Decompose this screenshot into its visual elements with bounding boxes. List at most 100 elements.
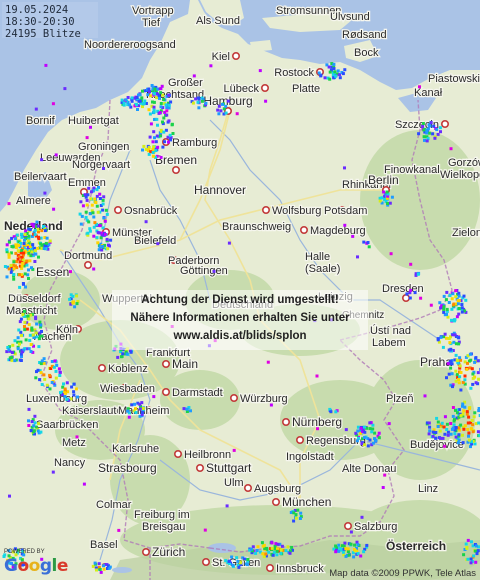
place-label: Norgervaart [72, 159, 130, 171]
lightning-strike [449, 147, 453, 151]
lightning-strike [204, 101, 208, 105]
lightning-strike [290, 545, 294, 549]
place-label: Dresden [382, 283, 424, 295]
city-marker[interactable] [142, 547, 151, 556]
city-marker[interactable] [196, 463, 205, 472]
lightning-strike [452, 319, 456, 323]
lightning-strike [327, 65, 331, 69]
lightning-strike [409, 262, 413, 266]
lightning-strike [462, 427, 466, 431]
lightning-strike [356, 429, 360, 433]
lightning-strike [454, 435, 458, 439]
lightning-strike [474, 356, 478, 360]
lightning-strike [459, 358, 463, 362]
lightning-strike [74, 387, 78, 391]
lightning-strike [75, 294, 79, 298]
city-marker[interactable] [172, 166, 181, 175]
lightning-strike [58, 370, 62, 374]
lightning-strike [347, 553, 351, 557]
city-marker[interactable] [343, 521, 352, 530]
notice-line-3[interactable]: www.aldis.at/blids/splon [112, 330, 368, 342]
city-marker[interactable] [260, 84, 269, 93]
lightning-strike [129, 350, 133, 354]
place-label: Karlsruhe [112, 443, 159, 455]
city-marker[interactable] [440, 120, 449, 129]
place-label: Linz [418, 483, 438, 495]
lightning-strike [446, 362, 450, 366]
lightning-strike [102, 167, 105, 170]
city-marker[interactable] [162, 387, 171, 396]
lightning-strike [25, 327, 29, 331]
lightning-strike [54, 369, 58, 373]
place-label: Platte [292, 83, 320, 95]
lake-geneva [112, 567, 132, 573]
city-marker[interactable] [84, 260, 93, 269]
city-marker[interactable] [265, 563, 274, 572]
city-marker[interactable] [299, 226, 308, 235]
lightning-strike [217, 104, 221, 108]
lightning-strike [458, 375, 462, 379]
place-label: Salzburg [354, 521, 397, 533]
lightning-strike [147, 87, 151, 91]
city-marker[interactable] [244, 483, 253, 492]
city-marker[interactable] [202, 557, 211, 566]
lightning-strike [52, 365, 56, 369]
lightning-strike [40, 158, 44, 162]
lightning-strike [152, 92, 156, 96]
lightning-strike [121, 352, 125, 356]
lightning-strike [90, 190, 93, 194]
city-marker[interactable] [261, 206, 270, 215]
city-marker[interactable] [401, 293, 410, 302]
lightning-strike [7, 348, 11, 352]
lightning-strike [338, 547, 342, 550]
lightning-strike [134, 411, 138, 415]
lightning-strike [451, 292, 455, 296]
city-marker[interactable] [98, 363, 107, 372]
city-marker[interactable] [281, 417, 290, 426]
lightning-strike [9, 263, 13, 267]
lightning-strike [388, 201, 392, 205]
lightning-strike [106, 247, 110, 251]
lightning-strike [457, 307, 461, 310]
lightning-strike [429, 121, 433, 125]
city-marker[interactable] [232, 51, 241, 60]
lightning-strike [264, 99, 268, 103]
lightning-strike [352, 555, 356, 559]
lightning-strike [37, 345, 41, 349]
lightning-strike [102, 195, 106, 199]
lightning-strike [191, 101, 195, 105]
city-marker[interactable] [271, 497, 280, 506]
lightning-strike [431, 132, 435, 136]
place-label: Würzburg [240, 393, 288, 405]
city-marker[interactable] [114, 206, 123, 215]
lightning-strike [28, 259, 32, 263]
lightning-strike [21, 282, 25, 285]
city-marker[interactable] [230, 393, 239, 402]
lightning-strike [445, 428, 449, 431]
city-marker[interactable] [174, 449, 183, 458]
lightning-strike [323, 76, 327, 80]
lightning-strike [235, 556, 239, 560]
lightning-strike [35, 220, 39, 224]
google-logo[interactable]: POWERED BY Google [2, 549, 68, 579]
lightning-strike [34, 376, 38, 380]
lightning-strike [154, 149, 158, 153]
lightning-strike [51, 102, 55, 106]
lightning-strike [40, 383, 44, 386]
lightning-strike [456, 441, 460, 445]
lightning-strike [338, 76, 342, 80]
lightning-strike [37, 237, 41, 241]
fehmarn-island [250, 40, 272, 52]
lightning-strike [366, 241, 370, 244]
city-marker[interactable] [295, 435, 304, 444]
lightning-strike [334, 74, 338, 78]
city-marker[interactable] [162, 359, 171, 368]
lightning-strike [452, 303, 456, 307]
lightning-strike [387, 422, 391, 426]
lightning-strike [216, 108, 220, 112]
lightning-strike [13, 359, 17, 363]
place-label: Bielefeld [134, 235, 176, 247]
lightning-strike [95, 204, 99, 208]
lightning-strike [35, 322, 39, 326]
lightning-strike [105, 237, 109, 241]
